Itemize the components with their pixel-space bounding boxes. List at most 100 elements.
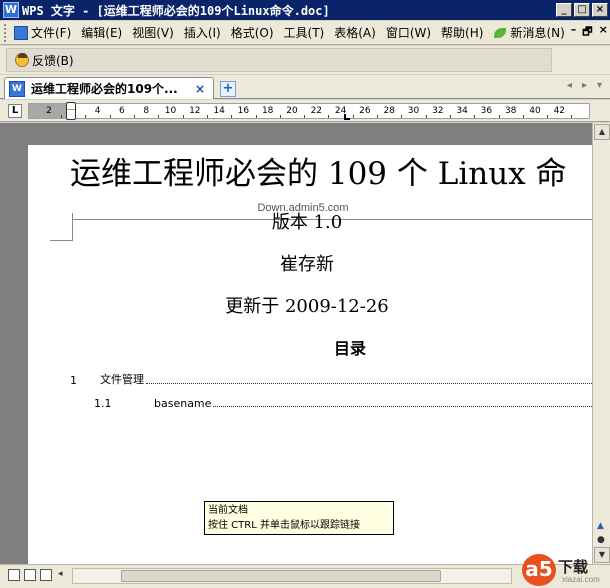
ruler-number: 22	[310, 106, 323, 116]
scroll-left-icon[interactable]: ◂	[58, 569, 70, 583]
ruler-number: 34	[456, 106, 468, 116]
horizontal-scrollbar[interactable]	[72, 568, 512, 584]
document-tab-bar: W 运维工程师必会的109个... × + ◂ ▸ ▾	[0, 75, 610, 99]
ruler-tick	[547, 115, 549, 118]
toc-heading: 目录	[333, 339, 367, 358]
close-button[interactable]: ×	[592, 3, 608, 17]
toc-entry[interactable]: 1 文件管理	[70, 371, 592, 387]
horizontal-scroll-thumb[interactable]	[121, 570, 441, 582]
tab-scroll-right-icon[interactable]: ▸	[582, 80, 587, 91]
tab-stop-marker[interactable]	[344, 114, 350, 120]
ruler-number: 16	[237, 106, 250, 116]
ruler-tick	[328, 115, 330, 118]
ruler-number: 32	[432, 106, 444, 116]
window-title: WPS 文字 - [运维工程师必会的109个Linux命令.doc]	[22, 3, 330, 18]
menu-file[interactable]: 文件(F)	[10, 24, 77, 41]
tab-type-selector[interactable]: L	[8, 104, 22, 118]
ruler-tick	[255, 115, 257, 118]
ruler-number: 28	[383, 106, 395, 116]
ruler-number: 42	[553, 106, 566, 116]
maximize-button[interactable]: □	[574, 3, 590, 17]
wps-writer-icon[interactable]: W	[3, 2, 19, 18]
ruler-number: 6	[119, 106, 125, 116]
ruler-tick	[231, 115, 233, 118]
ruler-tick	[474, 115, 476, 118]
ruler-tick	[522, 115, 524, 118]
menu-tools[interactable]: 工具(T)	[280, 24, 331, 41]
toc-entry-label[interactable]: basename	[154, 397, 211, 410]
menu-grip[interactable]	[4, 23, 6, 42]
new-tab-button[interactable]: +	[220, 81, 236, 97]
doc-minimize-button[interactable]: –	[571, 23, 577, 42]
toc-entry-label[interactable]: 文件管理	[100, 371, 144, 387]
horizontal-ruler[interactable]: L 22468101214161820222426283032343638404…	[0, 100, 610, 122]
document-date: 更新于 2009-12-26	[225, 296, 389, 317]
logo-subtext: xiazai.com	[562, 575, 600, 584]
ruler-tick	[134, 115, 136, 118]
tooltip-line-1: 当前文档	[208, 505, 248, 516]
menu-bar: 文件(F) 编辑(E) 视图(V) 插入(I) 格式(O) 工具(T) 表格(A…	[0, 21, 610, 45]
tab-scroll-left-icon[interactable]: ◂	[567, 80, 572, 91]
web-view-icon[interactable]	[24, 569, 36, 581]
minimize-button[interactable]: _	[556, 3, 572, 17]
menu-news[interactable]: 新消息(N)	[489, 24, 570, 41]
ruler-tick	[352, 115, 354, 118]
vertical-scroll-thumb[interactable]	[594, 141, 610, 511]
leaf-icon	[493, 26, 507, 40]
indent-marker[interactable]	[66, 100, 76, 122]
ruler-tick	[377, 115, 379, 118]
toc-leader	[213, 406, 592, 407]
menu-insert[interactable]: 插入(I)	[180, 24, 227, 41]
bottom-bar: ◂	[0, 564, 610, 588]
document-tab-label: 运维工程师必会的109个...	[31, 82, 178, 96]
menu-view[interactable]: 视图(V)	[128, 24, 180, 41]
feedback-button[interactable]: 反馈(B)	[11, 52, 80, 69]
document-tab-active[interactable]: W 运维工程师必会的109个... ×	[4, 77, 214, 99]
toc-entry-number: 1.1	[94, 397, 112, 410]
doc-close-button[interactable]: ×	[599, 23, 608, 42]
browse-object-icon[interactable]: ●	[597, 535, 605, 545]
tab-list-icon[interactable]: ▾	[597, 80, 602, 91]
feedback-label: 反馈(B)	[32, 53, 74, 68]
ruler-number: 36	[480, 106, 493, 116]
menu-edit[interactable]: 编辑(E)	[77, 24, 128, 41]
ruler-number: 26	[359, 106, 371, 116]
menu-window[interactable]: 窗口(W)	[382, 24, 437, 41]
ruler-number: 2	[46, 106, 52, 116]
print-view-icon[interactable]	[40, 569, 52, 581]
ruler-number: 10	[164, 106, 177, 116]
document-author: 崔存新	[280, 254, 334, 275]
ruler-tick	[85, 115, 87, 118]
vertical-scrollbar[interactable]: ▲ ▲ ● ▼	[592, 123, 610, 564]
menu-format[interactable]: 格式(O)	[227, 24, 280, 41]
ruler-tick	[571, 115, 573, 118]
ruler-tick	[449, 115, 451, 118]
ruler-tick	[401, 115, 403, 118]
logo-text: 下载	[558, 558, 589, 576]
menu-help[interactable]: 帮助(H)	[437, 24, 489, 41]
menu-table[interactable]: 表格(A)	[330, 24, 382, 41]
hyperlink-tooltip: 当前文档 按住 CTRL 并单击鼠标以跟踪链接	[204, 501, 394, 535]
toc-entry[interactable]: 1.1 basename	[94, 397, 592, 410]
tooltip-line-2: 按住 CTRL 并单击鼠标以跟踪链接	[208, 520, 360, 531]
prev-page-icon[interactable]: ▲	[597, 521, 604, 531]
ruler-tick	[425, 115, 427, 118]
title-bar[interactable]: W WPS 文字 - [运维工程师必会的109个Linux命令.doc] _ □…	[0, 0, 610, 20]
tab-close-icon[interactable]: ×	[195, 82, 209, 96]
doc-restore-button[interactable]: 🗗	[582, 23, 592, 42]
scroll-up-button[interactable]: ▲	[594, 124, 610, 140]
menu-news-label: 新消息(N)	[510, 26, 565, 40]
toc-leader	[146, 383, 592, 384]
ruler-tick	[279, 115, 281, 118]
ruler-number: 18	[261, 106, 274, 116]
ruler-number: 8	[143, 106, 150, 116]
normal-view-icon[interactable]	[8, 569, 20, 581]
document-title: 运维工程师必会的 109 个 Linux 命	[70, 156, 567, 192]
ruler-number: 38	[504, 106, 517, 116]
ruler-tick	[182, 115, 184, 118]
ruler-track[interactable]: 224681012141618202224262830323436384042	[28, 103, 590, 119]
feedback-toolbar: 反馈(B)	[0, 46, 610, 74]
ruler-tick	[304, 115, 306, 118]
a5-download-logo: a5 下载 xiazai.com	[522, 554, 606, 588]
ruler-number: 40	[529, 106, 541, 116]
